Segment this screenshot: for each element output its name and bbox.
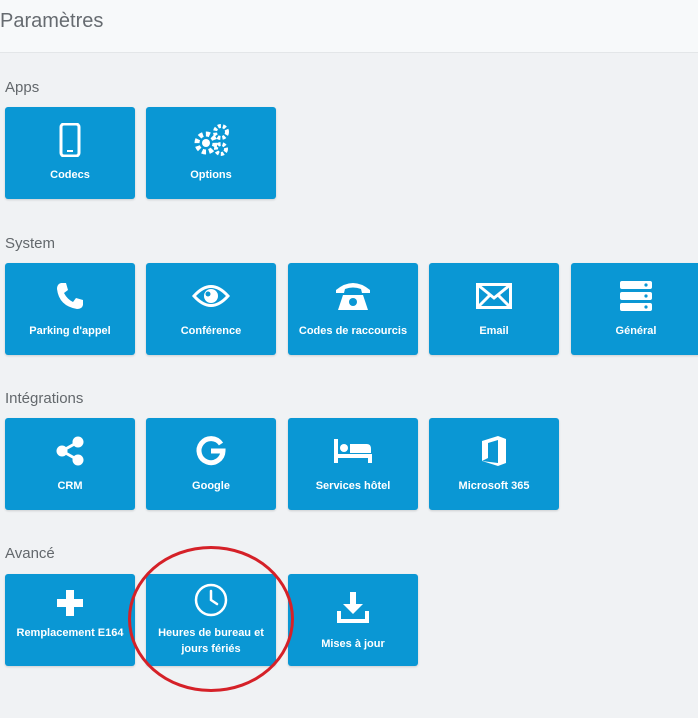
desk-phone-icon [288, 279, 418, 313]
tile-label: Conférence [180, 325, 242, 337]
tile-label: Services hôtel [315, 480, 391, 492]
tile-parking-appel[interactable]: Parking d'appel [5, 263, 135, 355]
tile-label: Général [615, 325, 657, 337]
gears-icon [146, 123, 276, 157]
tile-label: Mises à jour [321, 638, 385, 650]
tile-heures-bureau[interactable]: Heures de bureau et jours fériés [146, 574, 276, 666]
share-icon [5, 434, 135, 468]
tile-crm[interactable]: CRM [5, 418, 135, 510]
header-bar: Paramètres [0, 0, 698, 53]
tile-label: Parking d'appel [29, 325, 111, 337]
tile-conference[interactable]: Conférence [146, 263, 276, 355]
envelope-icon [429, 279, 559, 313]
phone-handset-icon [5, 279, 135, 313]
tile-label: CRM [57, 480, 83, 492]
clock-icon [146, 583, 276, 617]
tile-microsoft-365[interactable]: Microsoft 365 [429, 418, 559, 510]
tile-codes-raccourcis[interactable]: Codes de raccourcis [288, 263, 418, 355]
tile-label: Remplacement E164 [16, 627, 124, 639]
section-title: Apps [5, 79, 40, 96]
section-title: System [5, 235, 56, 252]
page-title: Paramètres [0, 10, 104, 32]
tile-options[interactable]: Options [146, 107, 276, 199]
tile-label: Heures de bureau et jours fériés [158, 627, 264, 655]
tile-label: Codecs [50, 169, 90, 181]
tile-general[interactable]: Général [571, 263, 698, 355]
eye-icon [146, 279, 276, 313]
plus-icon [5, 586, 135, 620]
tile-label: Codes de raccourcis [298, 325, 408, 337]
tile-label: Google [192, 480, 230, 492]
tile-label: Options [190, 169, 232, 181]
tile-label: Email [479, 325, 509, 337]
tile-services-hotel[interactable]: Services hôtel [288, 418, 418, 510]
tile-label: Microsoft 365 [458, 480, 530, 492]
server-icon [571, 279, 698, 313]
tile-mises-a-jour[interactable]: Mises à jour [288, 574, 418, 666]
tile-google[interactable]: Google [146, 418, 276, 510]
google-icon [146, 434, 276, 468]
download-icon [288, 590, 418, 624]
phone-mobile-icon [5, 123, 135, 157]
tile-remplacement-e164[interactable]: Remplacement E164 [5, 574, 135, 666]
office-icon [429, 434, 559, 468]
tile-email[interactable]: Email [429, 263, 559, 355]
section-title: Avancé [5, 545, 55, 562]
section-title: Intégrations [5, 390, 84, 407]
tile-codecs[interactable]: Codecs [5, 107, 135, 199]
bed-icon [288, 434, 418, 468]
